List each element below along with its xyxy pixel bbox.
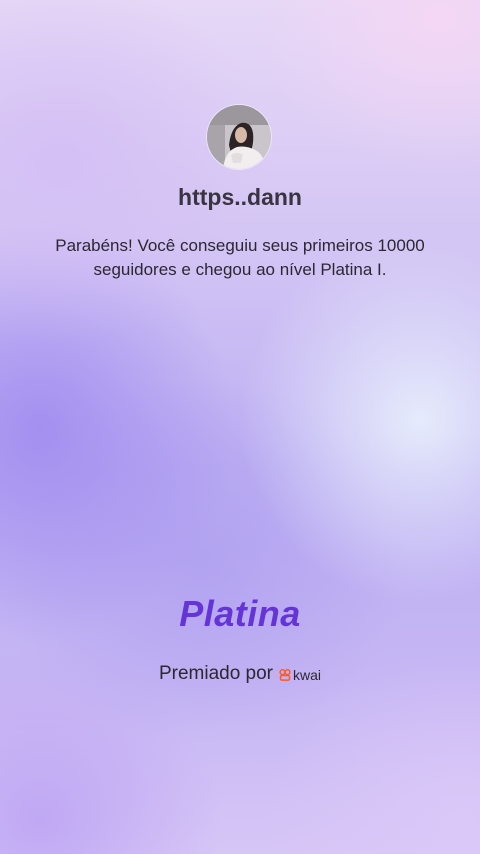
kwai-logo-icon	[279, 669, 291, 681]
avatar[interactable]	[207, 105, 271, 169]
level-title: Platina	[179, 593, 301, 634]
username: https..dann	[178, 184, 302, 210]
awarded-by-label: Premiado por	[158, 663, 274, 684]
congratulations-message: Parabéns! Você conseguiu seus primeiros …	[55, 236, 425, 279]
avatar-photo	[207, 105, 271, 169]
awarded-by: Premiado por kwai	[0, 663, 480, 685]
kwai-logo: kwai	[279, 667, 321, 683]
kwai-brand-text: kwai	[293, 667, 322, 683]
